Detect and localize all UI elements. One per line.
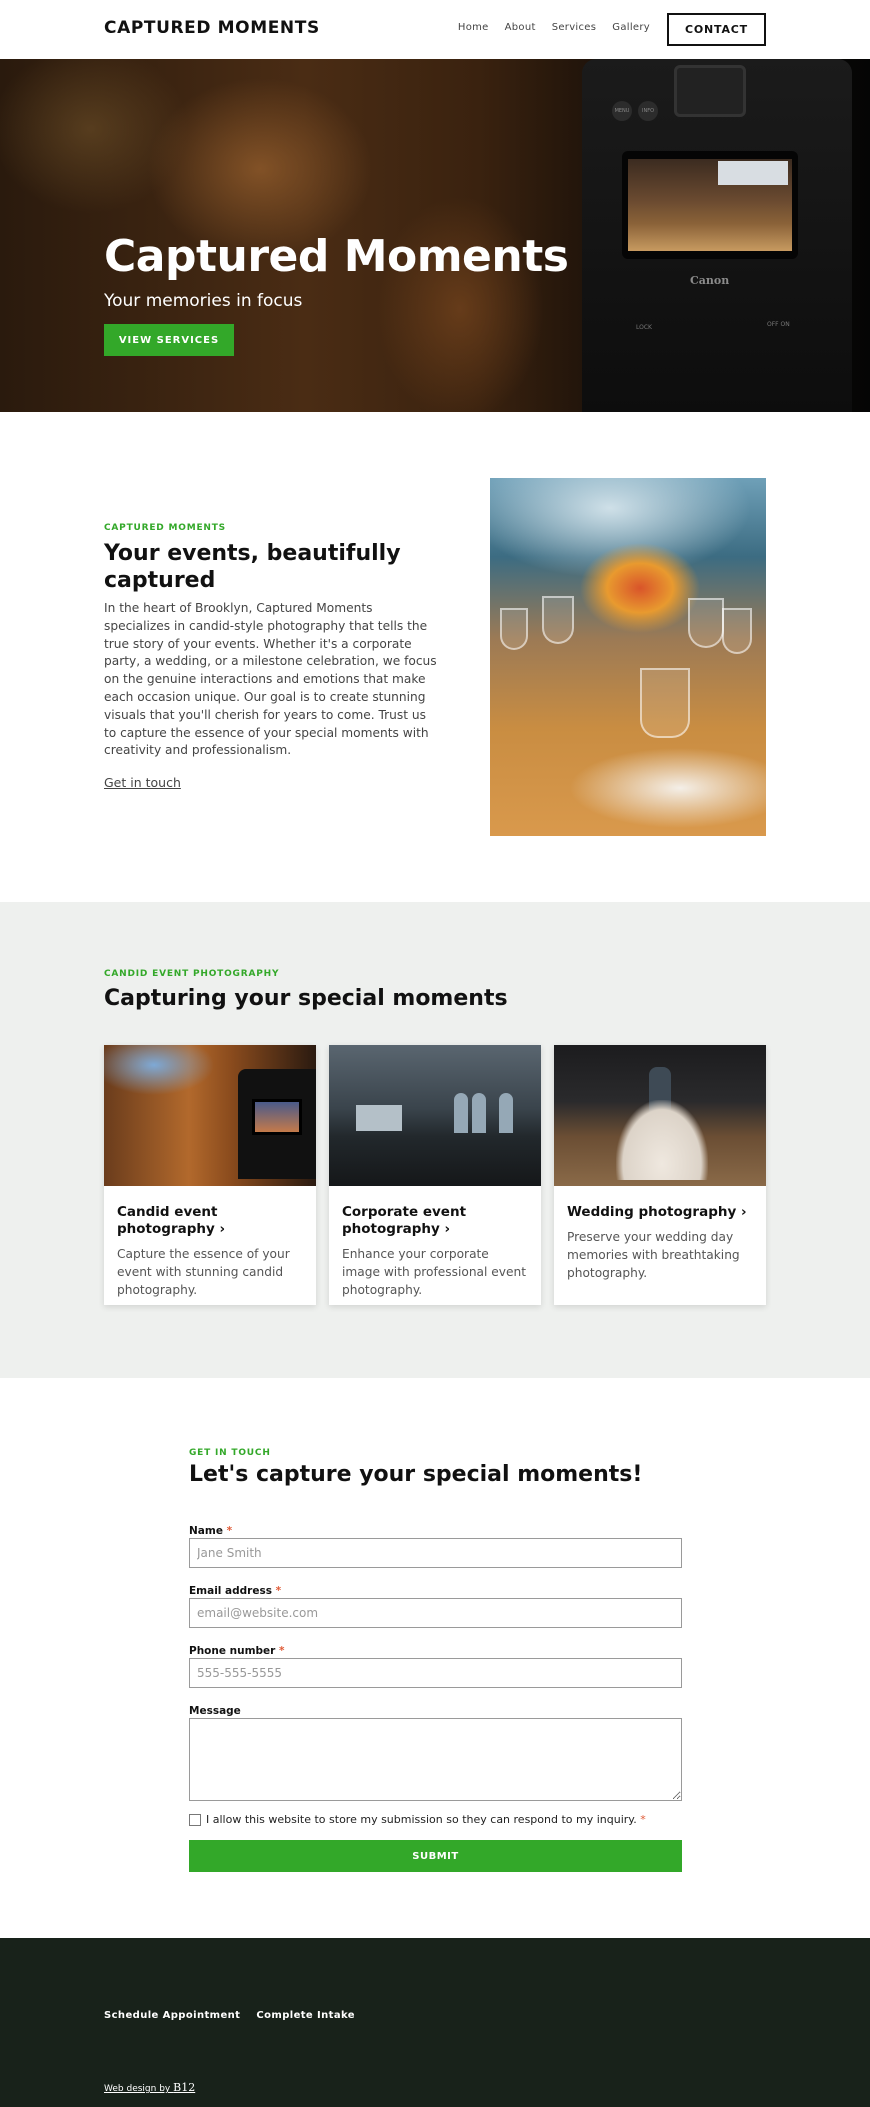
nav-services[interactable]: Services: [552, 22, 597, 33]
corporate-photo: [329, 1045, 541, 1186]
window-shape: [472, 1093, 486, 1133]
main-nav: Home About Services Gallery: [458, 22, 650, 33]
name-label-text: Name: [189, 1525, 223, 1537]
site-footer: Schedule Appointment Complete Intake Web…: [0, 1938, 870, 2107]
service-card-description: Enhance your corporate image with profes…: [342, 1247, 526, 1297]
candid-photo: [104, 1045, 316, 1186]
hero-section: MENU INFO Canon LOCK OFF ON Captured Mom…: [0, 59, 870, 412]
message-label: Message: [189, 1705, 241, 1717]
contact-heading: Let's capture your special moments!: [189, 1462, 643, 1487]
hero-subtitle: Your memories in focus: [104, 291, 303, 311]
message-textarea[interactable]: [189, 1718, 682, 1801]
required-mark: *: [640, 1813, 646, 1826]
email-label: Email address *: [189, 1585, 281, 1597]
hero-camera-image: MENU INFO Canon LOCK OFF ON: [582, 59, 852, 412]
services-section: CANDID EVENT PHOTOGRAPHY Capturing your …: [0, 902, 870, 1378]
camera-viewfinder: [674, 65, 746, 117]
site-logo[interactable]: CAPTURED MOMENTS: [104, 18, 320, 38]
chevron-right-icon: ›: [219, 1221, 226, 1237]
get-in-touch-link[interactable]: Get in touch: [104, 775, 181, 790]
about-section: CAPTURED MOMENTS Your events, beautifull…: [0, 412, 870, 902]
camera-menu-button: MENU: [612, 101, 632, 121]
about-eyebrow: CAPTURED MOMENTS: [104, 523, 226, 533]
wedding-photo: [554, 1045, 766, 1186]
required-mark: *: [275, 1585, 282, 1597]
service-card-description: Preserve your wedding day memories with …: [567, 1230, 740, 1280]
contact-eyebrow: GET IN TOUCH: [189, 1448, 271, 1458]
glass-shape: [640, 668, 690, 738]
chevron-right-icon: ›: [740, 1204, 747, 1220]
service-card-candid[interactable]: Candid event photography › Capture the e…: [104, 1045, 316, 1305]
service-card-title[interactable]: Candid event photography ›: [117, 1204, 303, 1238]
complete-intake-link[interactable]: Complete Intake: [256, 2010, 355, 2021]
dress-shape: [616, 1100, 708, 1180]
b12-logo: B12: [173, 2081, 196, 2094]
camera-screen: [622, 151, 798, 259]
credit-prefix: Web design by: [104, 2084, 174, 2094]
about-body: In the heart of Brooklyn, Captured Momen…: [104, 601, 437, 758]
camera-switch-label: OFF ON: [767, 321, 790, 328]
email-label-text: Email address: [189, 1585, 272, 1597]
footer-links: Schedule Appointment Complete Intake: [104, 2010, 355, 2021]
window-shape: [499, 1093, 513, 1133]
required-mark: *: [226, 1525, 233, 1537]
phone-input[interactable]: [189, 1658, 682, 1688]
phone-label-text: Phone number: [189, 1645, 276, 1657]
schedule-appointment-link[interactable]: Schedule Appointment: [104, 2010, 240, 2021]
nav-about[interactable]: About: [505, 22, 536, 33]
about-heading: Your events, beautifully captured: [104, 541, 401, 593]
glass-shape: [688, 598, 724, 648]
consent-label[interactable]: I allow this website to store my submiss…: [206, 1813, 646, 1826]
services-heading: Capturing your special moments: [104, 986, 508, 1011]
glass-shape: [542, 596, 574, 644]
consent-checkbox[interactable]: [189, 1814, 201, 1826]
glass-shape: [722, 608, 752, 654]
contact-button[interactable]: CONTACT: [667, 13, 766, 46]
hero-title: Captured Moments: [104, 231, 569, 282]
required-mark: *: [279, 1645, 285, 1657]
email-input[interactable]: [189, 1598, 682, 1628]
camera-lock-label: LOCK: [636, 324, 652, 331]
web-design-credit-link[interactable]: Web design by B12: [104, 2081, 195, 2094]
nav-gallery[interactable]: Gallery: [612, 22, 650, 33]
service-card-title[interactable]: Wedding photography ›: [567, 1204, 753, 1221]
service-card-description: Capture the essence of your event with s…: [117, 1247, 290, 1297]
nav-home[interactable]: Home: [458, 22, 489, 33]
camera-shape: [238, 1069, 316, 1179]
window-shape: [454, 1093, 468, 1133]
consent-label-text: I allow this website to store my submiss…: [206, 1813, 637, 1826]
submit-button[interactable]: SUBMIT: [189, 1840, 682, 1872]
service-card-title[interactable]: Corporate event photography ›: [342, 1204, 528, 1238]
site-header: CAPTURED MOMENTS Home About Services Gal…: [0, 0, 870, 59]
name-input[interactable]: [189, 1538, 682, 1568]
service-card-wedding[interactable]: Wedding photography › Preserve your wedd…: [554, 1045, 766, 1305]
chevron-right-icon: ›: [444, 1221, 451, 1237]
service-cards: Candid event photography › Capture the e…: [104, 1045, 766, 1305]
about-image: [490, 478, 766, 836]
camera-screen-image: [628, 159, 792, 251]
card-title-text: Candid event photography: [117, 1204, 218, 1237]
glass-shape: [500, 608, 528, 650]
name-label: Name *: [189, 1525, 232, 1537]
camera-info-button: INFO: [638, 101, 658, 121]
card-title-text: Wedding photography: [567, 1204, 737, 1220]
contact-section: GET IN TOUCH Let's capture your special …: [0, 1378, 870, 1938]
services-eyebrow: CANDID EVENT PHOTOGRAPHY: [104, 969, 280, 979]
projection-screen-shape: [356, 1105, 402, 1131]
phone-label: Phone number *: [189, 1645, 285, 1657]
camera-brand: Canon: [690, 274, 730, 287]
service-card-corporate[interactable]: Corporate event photography › Enhance yo…: [329, 1045, 541, 1305]
view-services-button[interactable]: VIEW SERVICES: [104, 324, 234, 356]
